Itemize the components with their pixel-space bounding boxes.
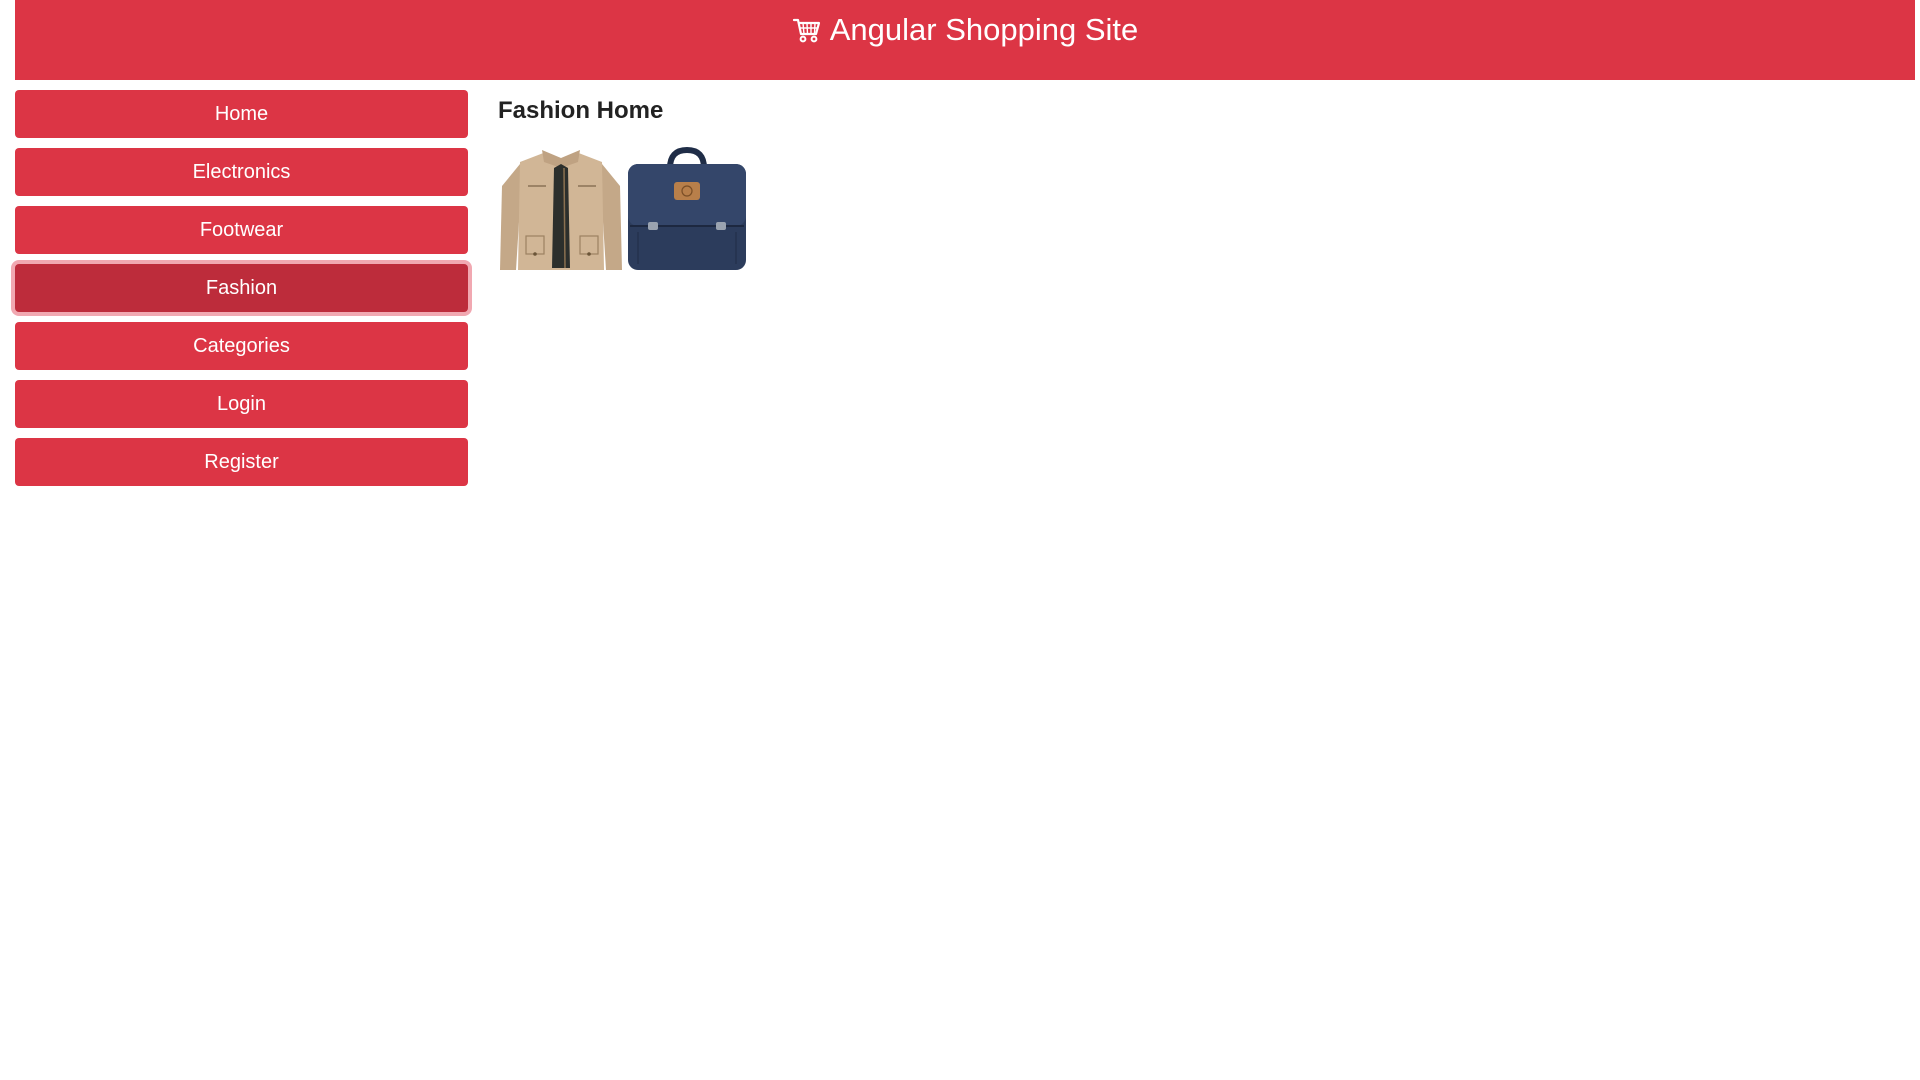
page: Angular Shopping Site Home Electronics F… — [0, 0, 1920, 1080]
site-title: Angular Shopping Site — [829, 12, 1139, 47]
header-brand: Angular Shopping Site — [15, 12, 1915, 48]
sidebar-item-categories[interactable]: Categories — [15, 322, 468, 370]
sidebar-item-register[interactable]: Register — [15, 438, 468, 486]
shopping-cart-icon — [792, 15, 822, 45]
site-header: Angular Shopping Site — [15, 0, 1915, 80]
page-title: Fashion Home — [498, 97, 664, 124]
backpack-image[interactable] — [624, 146, 750, 272]
sidebar-nav: Home Electronics Footwear Fashion Catego… — [15, 90, 468, 496]
jacket-image[interactable] — [498, 146, 624, 272]
sidebar-item-fashion[interactable]: Fashion — [15, 264, 468, 312]
sidebar-item-login[interactable]: Login — [15, 380, 468, 428]
sidebar-item-footwear[interactable]: Footwear — [15, 206, 468, 254]
sidebar-item-home[interactable]: Home — [15, 90, 468, 138]
product-grid — [498, 146, 750, 272]
sidebar-item-electronics[interactable]: Electronics — [15, 148, 468, 196]
main-content: Fashion Home — [498, 90, 750, 272]
